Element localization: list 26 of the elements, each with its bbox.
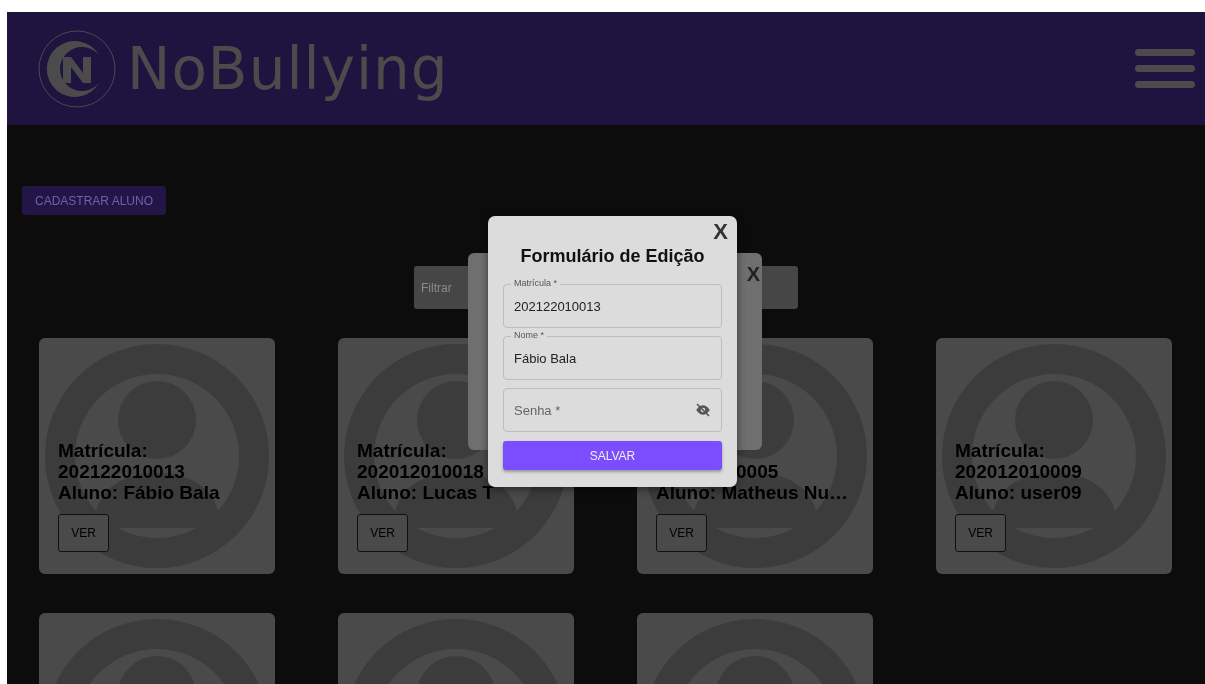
card-student-name: Aluno: Matheus Nu…	[656, 482, 850, 503]
register-student-button[interactable]: CADASTRAR ALUNO	[22, 186, 167, 215]
view-button[interactable]: VER	[955, 514, 1006, 552]
view-button[interactable]: VER	[58, 514, 109, 552]
view-button[interactable]: VER	[656, 514, 707, 552]
card-registration: 0005	[735, 461, 780, 482]
field-label: Nome *	[511, 330, 547, 341]
field-label: Matrícula *	[511, 278, 560, 289]
card-label: Matrícula:	[955, 440, 1046, 461]
card-student-name: Aluno: Lucas T	[357, 482, 496, 503]
save-button[interactable]: SALVAR	[503, 441, 722, 470]
view-button[interactable]: VER	[357, 514, 408, 552]
card-label: Matrícula:	[357, 440, 448, 461]
card-registration: 202012010009	[955, 461, 1083, 482]
card-student-name: Aluno: user09	[955, 482, 1083, 503]
card-student-name: Aluno: Fábio Bala	[58, 482, 221, 503]
eye-off-icon[interactable]	[694, 402, 712, 418]
close-button[interactable]: X	[713, 220, 728, 244]
logo-text: NoBullying	[127, 34, 449, 103]
password-field[interactable]: Senha *	[503, 388, 722, 432]
card-registration: 202122010013	[58, 461, 186, 482]
card-label: Matrícula:	[58, 440, 149, 461]
card-registration: 202012010018	[357, 461, 485, 482]
logo-icon	[37, 28, 117, 109]
dialog-title: Formulário de Edição	[519, 246, 706, 267]
close-button[interactable]: X	[746, 263, 760, 440]
